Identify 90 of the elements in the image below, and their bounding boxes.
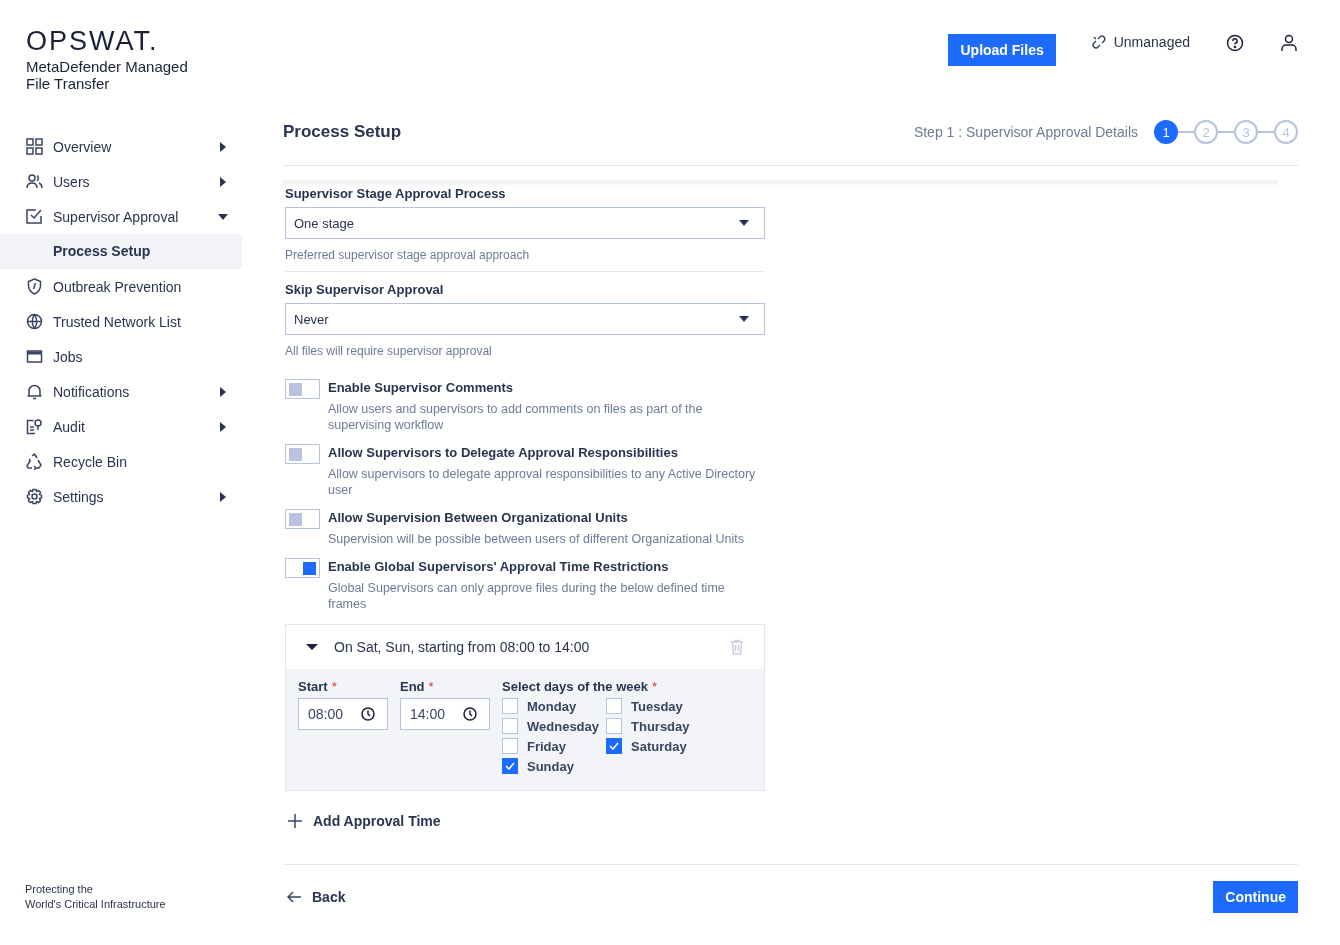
- check-icon: [505, 762, 515, 770]
- clock-icon: [463, 707, 477, 721]
- toggle-switch[interactable]: [285, 509, 320, 529]
- trash-icon: [730, 639, 744, 655]
- sidebar-item[interactable]: Audit: [0, 409, 242, 444]
- required-mark: *: [428, 679, 434, 694]
- plus-icon: [288, 814, 302, 828]
- arrow-left-icon: [287, 891, 301, 903]
- sidebar-item[interactable]: Recycle Bin: [0, 444, 242, 479]
- sidebar-subitem[interactable]: Process Setup: [0, 234, 242, 269]
- help-text: All files will require supervisor approval: [285, 343, 493, 359]
- checkbox[interactable]: [606, 698, 622, 714]
- caret-down-icon: [739, 218, 749, 228]
- required-mark: *: [331, 679, 337, 694]
- toggle-switch[interactable]: [285, 444, 320, 464]
- time-field[interactable]: 14:00: [400, 698, 490, 730]
- checkbox[interactable]: [502, 758, 518, 774]
- toggle-description: Global Supervisors can only approve files during the below defined time frames: [328, 580, 726, 612]
- step-indicator: 1: [1154, 120, 1178, 144]
- dropdown[interactable]: One stage: [285, 207, 765, 239]
- checkbox-label: Wednesday: [527, 718, 599, 734]
- help-icon: [1226, 34, 1244, 52]
- users-icon: [26, 173, 43, 190]
- checkbox[interactable]: [502, 698, 518, 714]
- toggle-switch[interactable]: [285, 558, 320, 578]
- document-search-icon: [26, 418, 43, 435]
- link-icon: [1091, 35, 1106, 49]
- tagline-text: World's Critical Infrastructure: [25, 897, 167, 912]
- page-title: Process Setup: [283, 122, 402, 142]
- checkbox-label: Monday: [527, 698, 577, 714]
- checkbox-label: Saturday: [631, 738, 687, 754]
- continue-button[interactable]: Continue: [1213, 881, 1298, 913]
- sidebar-item[interactable]: Notifications: [0, 374, 242, 409]
- field-label: Start: [298, 679, 328, 694]
- upload-files-button[interactable]: Upload Files: [948, 34, 1056, 66]
- bell-icon: [26, 383, 43, 400]
- help-text: Preferred supervisor stage approval approach: [285, 247, 531, 263]
- logo: OPSWAT.: [26, 28, 160, 54]
- toggle-label: Enable Supervisor Comments: [328, 379, 514, 397]
- sidebar-item[interactable]: Trusted Network List: [0, 304, 242, 339]
- checkbox-label: Thursday: [631, 718, 690, 734]
- shield-icon: [26, 278, 43, 295]
- checkbox[interactable]: [606, 718, 622, 734]
- toggle-description: Supervision will be possible between users of different Organizational Units: [328, 531, 744, 547]
- product-name: MetaDefender Managed File Transfer: [26, 58, 189, 92]
- checkbox-label: Tuesday: [631, 698, 683, 714]
- checkbox[interactable]: [502, 718, 518, 734]
- recycle-icon: [26, 453, 43, 470]
- checkbox-label: Sunday: [527, 758, 574, 774]
- tagline-text: Protecting the: [25, 882, 94, 897]
- sidebar-item[interactable]: Outbreak Prevention: [0, 269, 242, 304]
- sidebar-item[interactable]: Settings: [0, 479, 242, 514]
- rule-summary: On Sat, Sun, starting from 08:00 to 14:00: [334, 639, 591, 655]
- grid-icon: [26, 138, 43, 155]
- toggle-description: Allow users and supervisors to add comments on files as part of the supervising workflow: [328, 401, 704, 433]
- step-indicator: 2: [1194, 120, 1218, 144]
- mode-label[interactable]: Unmanaged: [1113, 34, 1190, 50]
- sidebar-item[interactable]: Users: [0, 164, 242, 199]
- globe-icon: [26, 313, 43, 330]
- step-indicator: 3: [1234, 120, 1258, 144]
- field-label: Select days of the week: [502, 679, 648, 694]
- checkbox-label: Friday: [527, 738, 566, 754]
- sidebar-item[interactable]: Overview: [0, 129, 242, 164]
- toggle-label: Enable Global Supervisors' Approval Time Restrictions: [328, 558, 670, 576]
- field-label: Supervisor Stage Approval Process: [285, 186, 507, 201]
- dropdown[interactable]: Never: [285, 303, 765, 335]
- caret-down-icon: [739, 314, 749, 324]
- sidebar-item[interactable]: Jobs: [0, 339, 242, 374]
- field-label: End: [400, 679, 425, 694]
- user-icon: [1280, 34, 1298, 52]
- field-label: Skip Supervisor Approval: [285, 282, 445, 297]
- clock-icon: [361, 707, 375, 721]
- toggle-switch[interactable]: [285, 379, 320, 399]
- caret-down-icon[interactable]: [306, 641, 318, 653]
- time-field[interactable]: 08:00: [298, 698, 388, 730]
- checkbox[interactable]: [502, 738, 518, 754]
- required-mark: *: [651, 679, 657, 694]
- add-approval-time-link[interactable]: Add Approval Time: [313, 813, 441, 829]
- step-label: Step 1 : Supervisor Approval Details: [913, 124, 1138, 140]
- toggle-label: Allow Supervision Between Organizational Units: [328, 509, 629, 527]
- check-icon: [609, 742, 619, 750]
- toggle-label: Allow Supervisors to Delegate Approval Responsibilities: [328, 444, 679, 462]
- sidebar-item[interactable]: Supervisor Approval: [0, 199, 242, 234]
- back-link[interactable]: Back: [312, 889, 346, 905]
- step-indicator: 4: [1274, 120, 1298, 144]
- settings-icon: [26, 488, 43, 505]
- checkbox[interactable]: [606, 738, 622, 754]
- toggle-description: Allow supervisors to delegate approval responsibilities to any Active Directory user: [328, 466, 757, 498]
- window-icon: [26, 348, 43, 365]
- checklist-icon: [26, 208, 43, 225]
